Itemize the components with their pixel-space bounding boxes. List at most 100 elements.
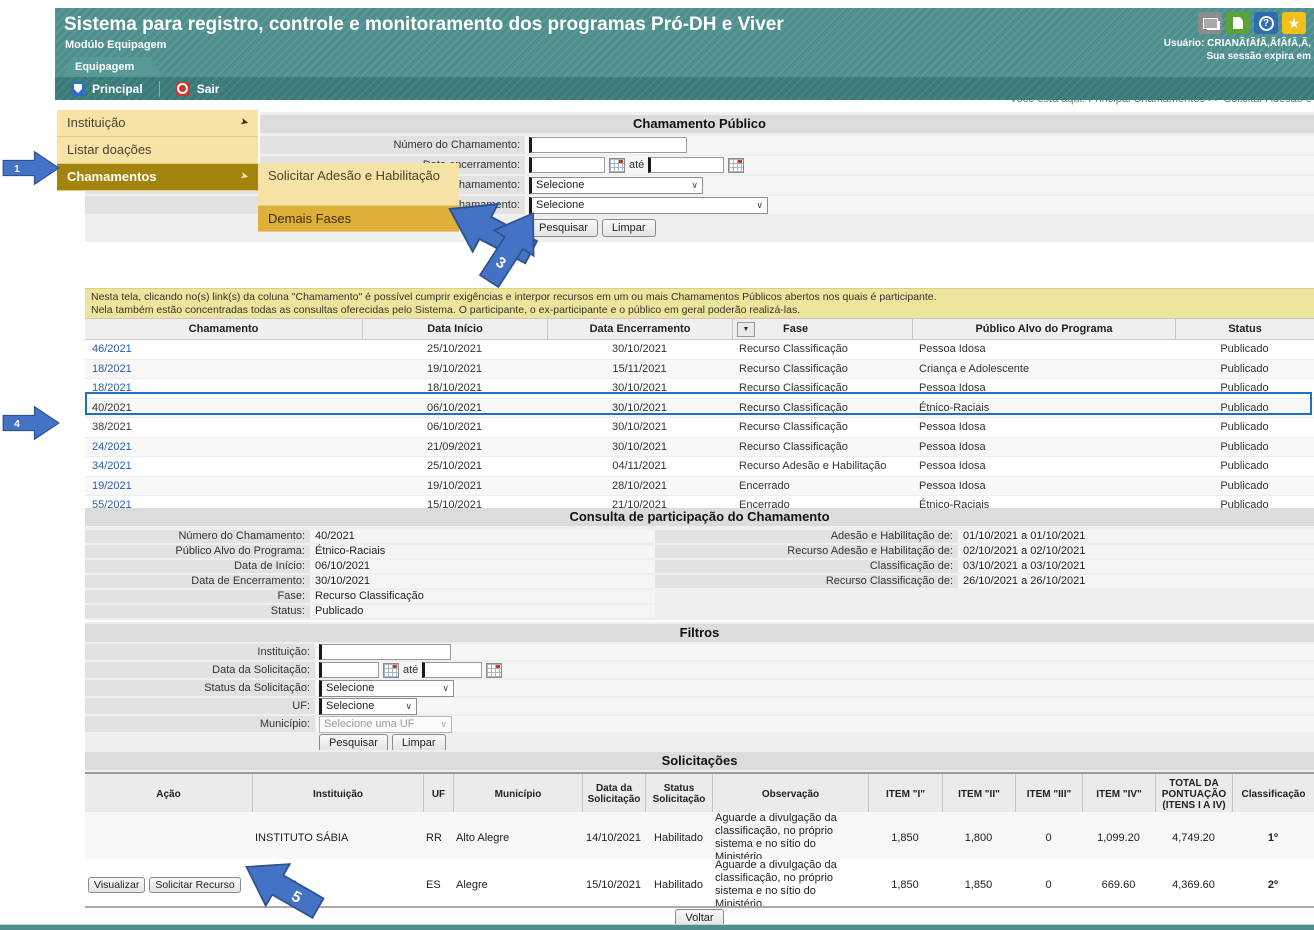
col-chamamento[interactable]: Chamamento [85,319,362,339]
chamamento-link[interactable]: 34/2021 [92,460,132,472]
chamamento-link[interactable]: 38/2021 [92,421,132,433]
header-icon-bar: ? ★ [1198,12,1306,34]
consulta-label: Recurso Classificação de: [655,575,958,588]
submenu-item-solicitar-adesao[interactable]: Solicitar Adesão e Habilitação [258,163,459,206]
numero-chamamento-input[interactable] [529,137,687,153]
menu-item-principal[interactable]: Principal [55,81,159,96]
fase-cell: Recurso Classificação [739,401,848,414]
data-encerramento-ate-input[interactable] [648,157,725,173]
col-municipio: Município [453,774,582,814]
submenu-arrow-icon: ➤ [238,116,250,129]
sair-label: Sair [196,81,220,96]
publico-alvo-select[interactable]: Selecione ∨ [529,196,768,214]
col-fase[interactable]: ▼ Fase [732,319,912,339]
data-encerramento-cell: 04/11/2021 [612,460,667,473]
municipio-cell: Alegre [456,879,488,891]
consulta-label: Adesão e Habilitação de: [655,530,958,543]
consulta-value: 06/10/2021 [310,560,655,573]
col-observacao: Observação [712,774,868,814]
data-cell: 14/10/2021 [585,832,642,844]
item-ii-cell: 1,800 [964,832,993,844]
menu-item-instituicao[interactable]: Instituição ➤ [57,110,258,137]
calendar-icon[interactable] [486,662,503,678]
publico-cell: Étnico-Raciais [919,401,990,414]
status-chamamento-value: Selecione [536,179,585,191]
status-chamamento-select[interactable]: Selecione ∨ [529,176,703,194]
table-row: 38/2021 06/10/2021 30/10/2021 Recurso Cl… [85,418,1314,438]
consulta-value: 30/10/2021 [310,575,655,588]
chamamento-link[interactable]: 19/2021 [92,480,132,492]
consulta-value: 02/10/2021 a 02/10/2021 [958,545,1314,558]
solicitar-recurso-button[interactable]: Solicitar Recurso [149,877,241,893]
chamamento-link[interactable]: 24/2021 [92,441,132,453]
consulta-value: 03/10/2021 a 03/10/2021 [958,560,1314,573]
consulta-label: Número do Chamamento: [85,530,310,543]
calendar-icon[interactable] [383,662,399,678]
publico-cell: Pessoa Idosa [919,479,986,492]
date-range-separator: até [629,159,645,171]
notes-icon[interactable] [1226,12,1250,34]
menu-item-chamamentos[interactable]: Chamamentos ➤ [57,164,258,191]
status-cell: Publicado [1220,382,1269,395]
col-status[interactable]: Status [1175,319,1314,339]
publico-cell: Pessoa Idosa [919,460,986,473]
uf-select[interactable]: Selecione ∨ [319,697,417,715]
col-data-inicio[interactable]: Data Início [362,319,547,339]
item-iii-cell: 0 [1045,832,1052,844]
menu-item-sair[interactable]: Sair [160,81,236,96]
instituicao-label: Instituição: [85,644,315,660]
tab-equipagem[interactable]: Equipagem [63,57,163,77]
calendar-icon[interactable] [728,157,745,173]
step-arrow-4: 4 [2,405,60,441]
observacao-cell: Aguarde a divulgação da classificação, n… [715,859,837,910]
data-encerramento-cell: 15/11/2021 [612,362,667,375]
help-icon[interactable]: ? [1254,12,1278,34]
chamamento-link[interactable]: 46/2021 [92,343,132,355]
menu-item-listar-doacoes[interactable]: Listar doações [57,137,258,164]
form-row-numero: Número do Chamamento: [85,136,1314,154]
chevron-down-icon: ∨ [442,682,449,693]
solicitacoes-header-row: Ação Instituição UF Município Data da So… [85,772,1314,816]
chamamentos-submenu: Solicitar Adesão e Habilitação Demais Fa… [258,163,459,232]
col-data-solicitacao: Data da Solicitação [582,774,645,814]
submenu-item-demais-fases[interactable]: Demais Fases [258,206,459,232]
consulta-value: Étnico-Raciais [310,545,655,558]
status-cell: Publicado [1220,421,1269,434]
sort-dropdown-icon[interactable]: ▼ [737,321,755,337]
consulta-label: Fase: [85,590,310,603]
col-item-i: ITEM "I" [868,774,942,814]
data-encerramento-cell: 30/10/2021 [611,401,668,414]
chamamento-link[interactable]: 18/2021 [92,382,132,394]
col-data-encerramento[interactable]: Data Encerramento [547,319,732,339]
principal-label: Principal [92,81,143,96]
status-solicitacao-select[interactable]: Selecione ∨ [319,679,454,697]
chamamento-link[interactable]: 40/2021 [92,402,132,414]
data-encerramento-de-input[interactable] [529,157,605,173]
publico-cell: Pessoa Idosa [919,343,986,356]
observacao-cell: Aguarde a divulgação da classificação, n… [715,812,837,863]
municipio-cell: Alto Alegre [456,832,510,844]
page-title: Sistema para registro, controle e monito… [64,14,784,35]
chamamento-link[interactable]: 18/2021 [92,363,132,375]
uf-cell: RR [426,832,442,844]
screens-icon[interactable] [1198,12,1222,34]
consulta-value: Recurso Classificação [310,590,655,603]
data-encerramento-cell: 28/10/2021 [611,479,668,492]
consulta-label: Público Alvo do Programa: [85,545,310,558]
data-cell: 15/10/2021 [585,879,642,891]
limpar-button[interactable]: Limpar [601,219,656,237]
table-row: 18/2021 18/10/2021 30/10/2021 Recurso Cl… [85,379,1314,399]
fase-cell: Recurso Classificação [739,343,848,356]
status-cell: Publicado [1220,401,1269,414]
chamamentos-label: Chamamentos [67,169,157,184]
instituicao-input[interactable] [319,644,451,660]
publico-cell: Pessoa Idosa [919,382,986,395]
visualizar-button[interactable]: Visualizar [88,877,146,893]
col-publico-alvo[interactable]: Público Alvo do Programa [912,319,1175,339]
table-row: 46/2021 25/10/2021 30/10/2021 Recurso Cl… [85,340,1314,360]
favorites-star-icon[interactable]: ★ [1282,12,1306,34]
calendar-icon[interactable] [609,157,625,173]
data-solicitacao-de-input[interactable] [319,662,379,678]
status-cell: Publicado [1220,460,1269,473]
data-solicitacao-ate-input[interactable] [422,662,483,678]
